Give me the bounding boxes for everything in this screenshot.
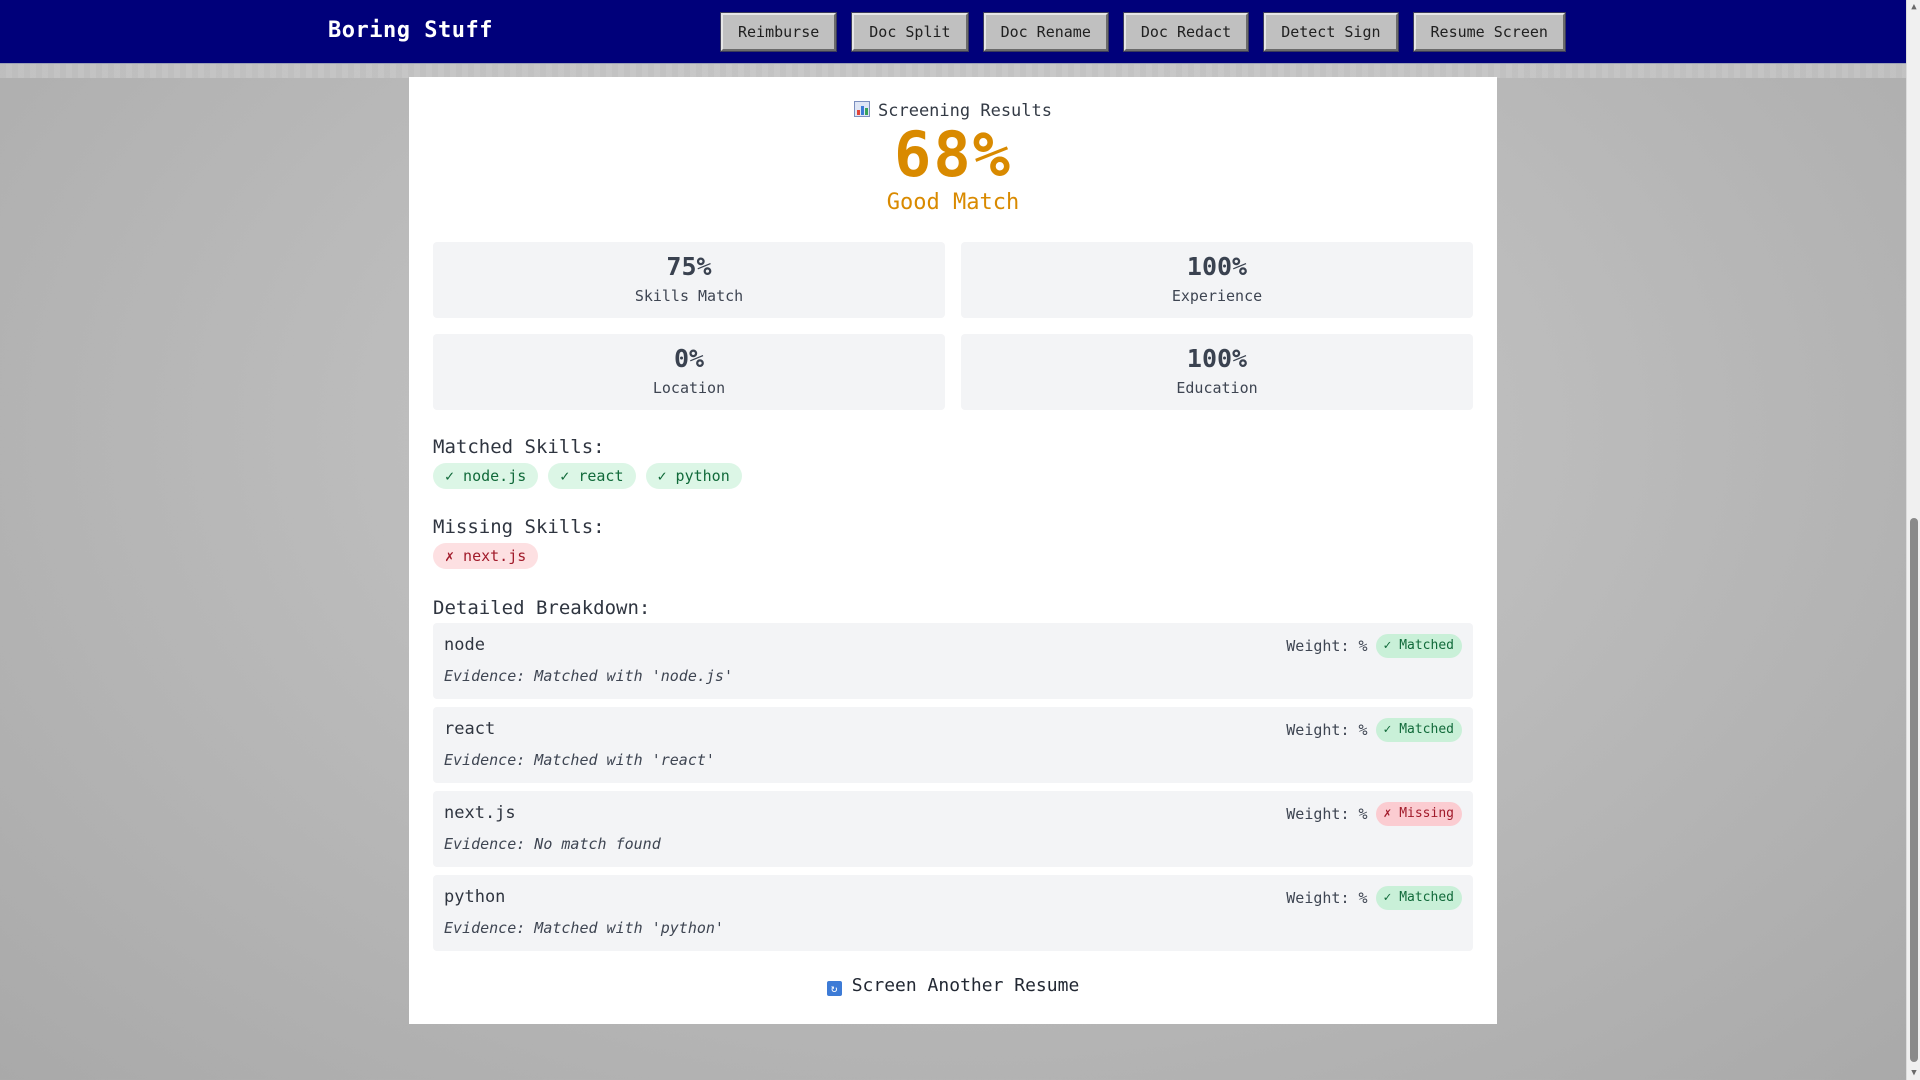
metric-education: 100% Education [961, 334, 1473, 410]
overall-score: 68% [894, 118, 1012, 191]
breakdown-skill-name: next.js [444, 803, 516, 823]
breakdown-evidence: Evidence: Matched with 'node.js' [444, 667, 733, 685]
breakdown-evidence: Evidence: No match found [444, 835, 661, 853]
header-shadow-strip [0, 64, 1906, 78]
breakdown-weight: Weight: % [1286, 805, 1368, 823]
metric-value: 75% [666, 252, 712, 281]
status-badge: ✓ Matched [1375, 886, 1462, 910]
breakdown-row-node: node Weight: % ✓ Matched Evidence: Match… [433, 623, 1473, 699]
nav-button-doc-rename[interactable]: Doc Rename [982, 12, 1109, 52]
metric-value: 0% [673, 344, 705, 373]
metric-value: 100% [1186, 344, 1248, 373]
missing-skills-list: ✗ next.js [433, 543, 539, 569]
matched-skill-chip: ✓ python [645, 463, 742, 489]
bar-chart-icon [854, 101, 870, 117]
breakdown-skill-name: node [444, 635, 485, 655]
breakdown-meta: Weight: % ✓ Matched [1286, 634, 1462, 658]
scroll-thumb[interactable] [1910, 518, 1918, 1062]
nav-button-detect-sign[interactable]: Detect Sign [1263, 12, 1399, 52]
matched-skills-title: Matched Skills: [433, 436, 605, 458]
breakdown-row-nextjs: next.js Weight: % ✗ Missing Evidence: No… [433, 791, 1473, 867]
metric-label: Education [1176, 379, 1258, 397]
metric-label: Skills Match [634, 287, 744, 305]
breakdown-row-python: python Weight: % ✓ Matched Evidence: Mat… [433, 875, 1473, 951]
matched-skills-list: ✓ node.js ✓ react ✓ python [433, 463, 742, 489]
metric-skills-match: 75% Skills Match [433, 242, 945, 318]
scroll-up-arrow-icon[interactable]: ▲ [1909, 0, 1919, 14]
missing-skills-title: Missing Skills: [433, 516, 605, 538]
status-badge: ✗ Missing [1375, 802, 1462, 826]
missing-skill-chip: ✗ next.js [433, 543, 539, 569]
top-navbar: Boring Stuff Reimburse Doc Split Doc Ren… [0, 0, 1906, 64]
nav-buttons: Reimburse Doc Split Doc Rename Doc Redac… [719, 12, 1566, 52]
breakdown-evidence: Evidence: Matched with 'python' [444, 919, 724, 937]
breakdown-row-react: react Weight: % ✓ Matched Evidence: Matc… [433, 707, 1473, 783]
breakdown-meta: Weight: % ✗ Missing [1286, 802, 1462, 826]
refresh-icon: ↻ [826, 981, 842, 996]
breakdown-evidence: Evidence: Matched with 'react' [444, 751, 715, 769]
brand-title[interactable]: Boring Stuff [328, 18, 493, 43]
metric-label: Location [652, 379, 726, 397]
matched-skill-chip: ✓ react [548, 463, 636, 489]
metric-label: Experience [1171, 287, 1263, 305]
page-scrollbar[interactable]: ▲ ▼ [1906, 0, 1920, 1080]
scroll-down-arrow-icon[interactable]: ▼ [1909, 1066, 1919, 1080]
screen-another-label: Screen Another Resume [851, 975, 1080, 996]
metric-value: 100% [1186, 252, 1248, 281]
nav-button-reimburse[interactable]: Reimburse [719, 12, 838, 52]
screen-another-resume-button[interactable]: ↻ Screen Another Resume [409, 975, 1497, 996]
matched-skill-chip: ✓ node.js [433, 463, 539, 489]
breakdown-skill-name: react [444, 719, 496, 739]
status-badge: ✓ Matched [1375, 718, 1462, 742]
breakdown-weight: Weight: % [1286, 889, 1368, 907]
breakdown-weight: Weight: % [1286, 637, 1368, 655]
breakdown-skill-name: python [444, 887, 506, 907]
breakdown-title: Detailed Breakdown: [433, 597, 651, 619]
nav-button-resume-screen[interactable]: Resume Screen [1412, 12, 1566, 52]
nav-button-doc-redact[interactable]: Doc Redact [1122, 12, 1250, 52]
breakdown-meta: Weight: % ✓ Matched [1286, 718, 1462, 742]
results-card: Screening Results 68% Good Match 75% Ski… [409, 77, 1497, 1024]
nav-button-doc-split[interactable]: Doc Split [851, 12, 969, 52]
overall-match-label: Good Match [886, 190, 1020, 215]
metric-location: 0% Location [433, 334, 945, 410]
breakdown-weight: Weight: % [1286, 721, 1368, 739]
status-badge: ✓ Matched [1375, 634, 1462, 658]
metric-experience: 100% Experience [961, 242, 1473, 318]
breakdown-meta: Weight: % ✓ Matched [1286, 886, 1462, 910]
